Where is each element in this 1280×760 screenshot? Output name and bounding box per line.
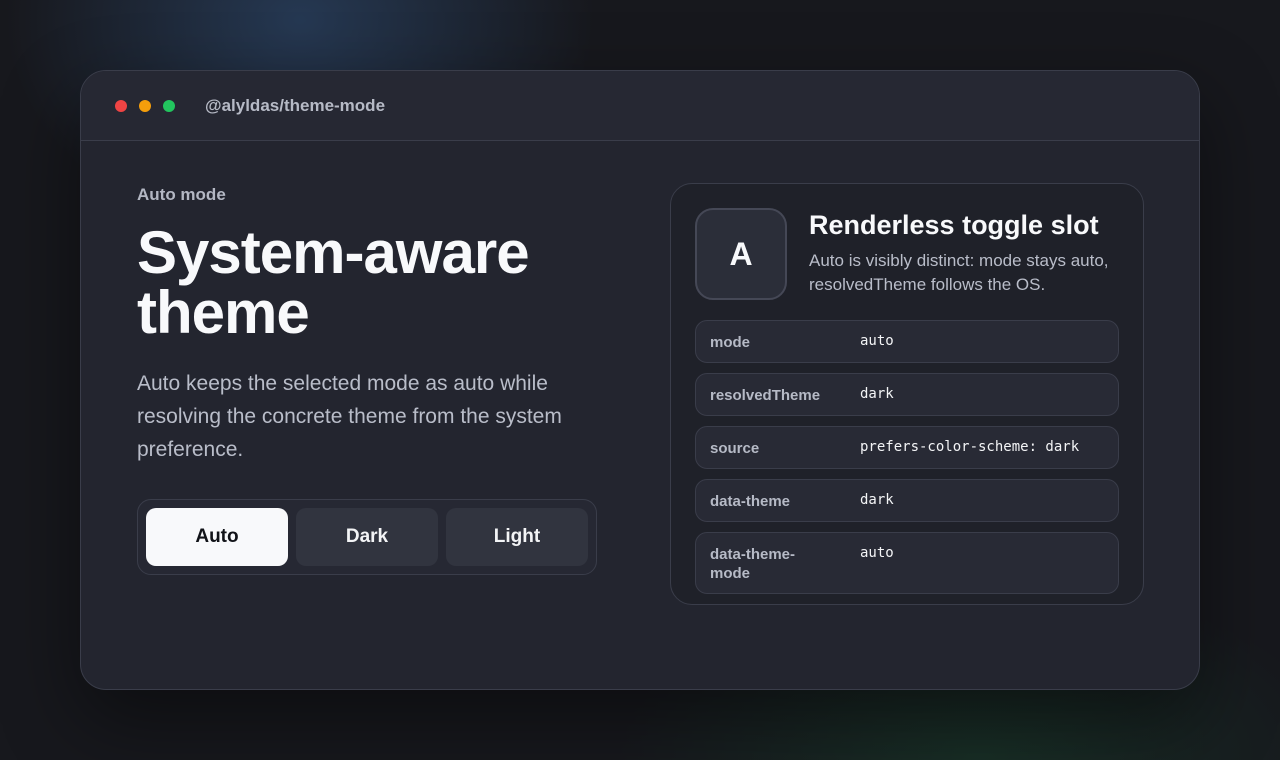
state-row-resolved-theme: resolvedTheme dark [695, 373, 1119, 416]
theme-mode-switch: Auto Dark Light [137, 499, 597, 575]
minimize-window-dot[interactable] [139, 99, 151, 112]
slot-toggle-button[interactable]: A [695, 208, 787, 300]
state-value: dark [860, 386, 894, 402]
state-key: source [710, 440, 760, 457]
state-key: data-theme-mode [710, 546, 796, 582]
eyebrow-label: Auto mode [137, 185, 226, 204]
page-title: System-aware theme [137, 223, 607, 343]
state-value: auto [860, 545, 894, 561]
state-table: mode auto resolvedTheme dark source pref… [695, 320, 1119, 594]
state-key: mode [710, 334, 751, 351]
state-value: dark [860, 492, 894, 508]
state-key: resolvedTheme [710, 387, 821, 404]
title-bar: @alyldas/theme-mode [81, 71, 1199, 141]
page-title-line1: System-aware [137, 219, 530, 286]
state-row-data-theme: data-theme dark [695, 479, 1119, 522]
state-row-data-theme-mode: data-theme-mode auto [695, 532, 1119, 594]
slot-title: Renderless toggle slot [809, 210, 1099, 240]
maximize-window-dot[interactable] [163, 99, 175, 112]
toggle-slot-card: A Renderless toggle slot Auto is visibly… [670, 183, 1144, 605]
slot-text: Renderless toggle slot Auto is visibly d… [809, 208, 1119, 297]
state-value: auto [860, 333, 894, 349]
package-name: @alyldas/theme-mode [205, 95, 386, 115]
mode-option-dark[interactable]: Dark [296, 508, 438, 566]
slot-header: A Renderless toggle slot Auto is visibly… [695, 208, 1119, 300]
state-row-mode: mode auto [695, 320, 1119, 363]
mode-option-auto[interactable]: Auto [146, 508, 288, 566]
hero-description: Auto keeps the selected mode as auto whi… [137, 372, 562, 461]
state-row-source: source prefers-color-scheme: dark [695, 426, 1119, 469]
mode-option-light[interactable]: Light [446, 508, 588, 566]
hero-section: Auto mode System-aware theme Auto keeps … [137, 185, 607, 466]
state-value: prefers-color-scheme: dark [860, 439, 1080, 455]
state-key: data-theme [710, 493, 791, 510]
close-window-dot[interactable] [115, 99, 127, 112]
page-title-line2: theme [137, 279, 310, 346]
app-window: @alyldas/theme-mode Auto mode System-awa… [80, 70, 1200, 690]
slot-subtitle: Auto is visibly distinct: mode stays aut… [809, 251, 1109, 294]
